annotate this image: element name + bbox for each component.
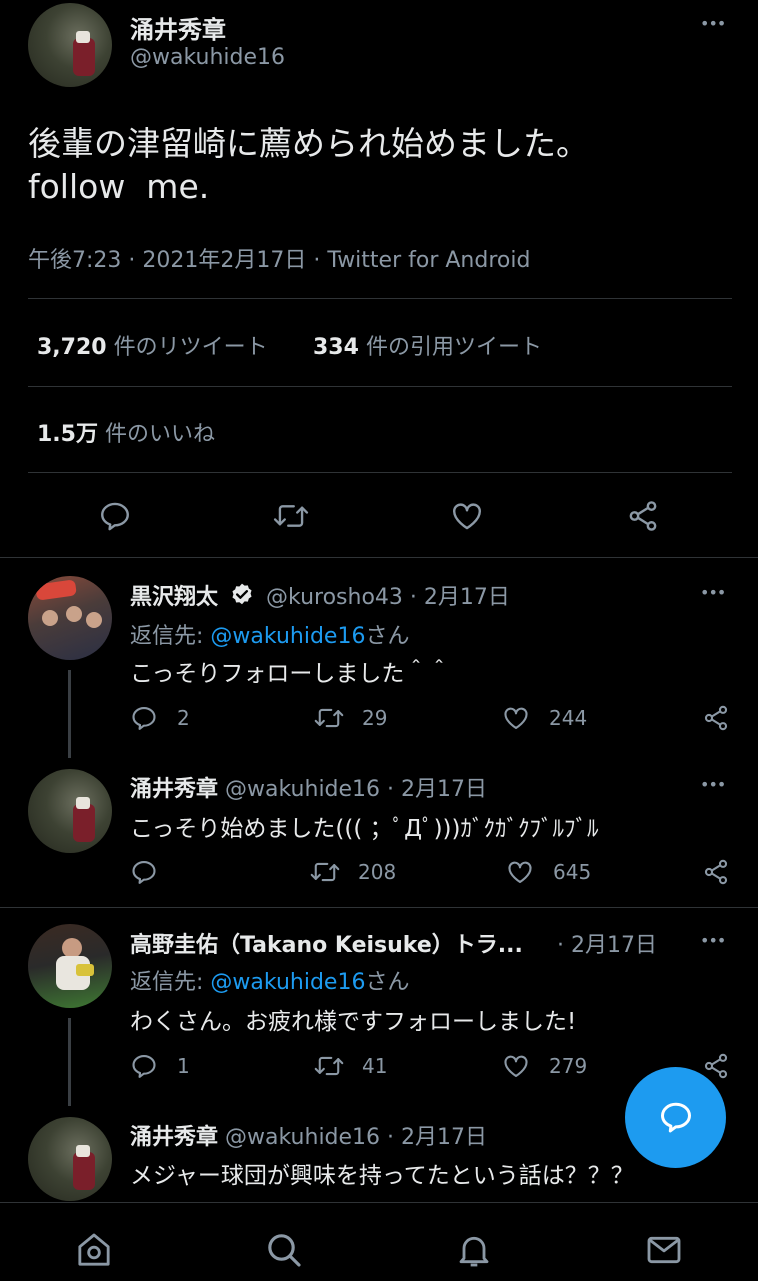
meta-separator: ·: [128, 248, 136, 273]
tweet-time: 午後7:23: [28, 248, 122, 273]
author-handle[interactable]: @kurosho43: [266, 585, 403, 610]
tweet-date[interactable]: · 2月17日: [387, 1125, 487, 1150]
author-handle[interactable]: @wakuhide16: [225, 777, 380, 802]
like-count: 244: [549, 706, 588, 730]
retweet-icon[interactable]: [273, 499, 309, 533]
retweet-count: 208: [358, 860, 397, 884]
reply-text: こっそりフォローしました＾＾: [130, 661, 451, 687]
retweet-icon[interactable]: [314, 704, 344, 732]
reply-text: こっそり始めました((( ；ﾟДﾟ)))ｶﾞｸｶﾞｸﾌﾞﾙﾌﾞﾙ: [130, 816, 599, 842]
replying-to-prefix: 返信先:: [130, 624, 211, 649]
divider: [28, 386, 732, 387]
replying-to-link[interactable]: @wakuhide16: [210, 970, 365, 995]
like-label: 件のいいね: [104, 422, 215, 447]
tweet-date[interactable]: · 2月17日: [410, 585, 510, 610]
meta-separator: ·: [313, 248, 321, 273]
like-count: 1.5万: [37, 422, 98, 447]
reply-count: 1: [177, 1054, 190, 1078]
quote-tweets-stat[interactable]: 334 件の引用ツイート: [313, 329, 542, 361]
author-name[interactable]: 黒沢翔太: [130, 585, 218, 610]
bottom-navigation: [0, 1202, 758, 1281]
quote-label: 件の引用ツイート: [365, 335, 542, 360]
reply-text: わくさん。お疲れ様ですフォローしました!: [130, 1009, 577, 1035]
retweet-icon[interactable]: [310, 858, 340, 886]
author-name[interactable]: 涌井秀章: [130, 1125, 218, 1150]
like-icon[interactable]: [502, 704, 530, 732]
retweet-count: 41: [362, 1054, 388, 1078]
reply-icon[interactable]: [130, 704, 158, 732]
tweet-text-line-1: 後輩の津留崎に薦められ始めました。: [28, 124, 589, 163]
tweet-meta: 午後7:23 · 2021年2月17日 · Twitter for Androi…: [28, 242, 530, 274]
divider: [28, 472, 732, 473]
replying-to-link[interactable]: @wakuhide16: [210, 624, 365, 649]
reply-header: 黒沢翔太 @kurosho43 · 2月17日: [130, 579, 510, 611]
more-options-icon[interactable]: •••: [700, 14, 726, 33]
quote-count: 334: [313, 335, 359, 360]
divider: [0, 907, 758, 908]
replying-to: 返信先: @wakuhide16さん: [130, 618, 409, 650]
tweet-source[interactable]: Twitter for Android: [327, 248, 530, 273]
author-handle[interactable]: @wakuhide16: [225, 1125, 380, 1150]
more-options-icon[interactable]: •••: [700, 583, 726, 602]
more-options-icon[interactable]: •••: [700, 931, 726, 950]
retweets-stat[interactable]: 3,720 件のリツイート: [37, 329, 268, 361]
thread-line: [68, 1018, 71, 1106]
author-name[interactable]: 涌井秀章: [130, 777, 218, 802]
author-name[interactable]: 高野圭佑（Takano Keisuke）トラ...: [130, 933, 523, 958]
reply-header: 涌井秀章 @wakuhide16 · 2月17日: [130, 771, 487, 803]
likes-stat[interactable]: 1.5万 件のいいね: [37, 416, 215, 448]
replying-to-suffix: さん: [365, 970, 410, 995]
tweet-date: 2021年2月17日: [142, 248, 307, 273]
more-options-icon[interactable]: •••: [700, 775, 726, 794]
retweet-label: 件のリツイート: [113, 335, 268, 360]
avatar[interactable]: [28, 3, 112, 87]
share-icon[interactable]: [702, 1052, 730, 1080]
tweet-date[interactable]: · 2月17日: [387, 777, 487, 802]
verified-badge-icon: [229, 582, 255, 608]
messages-icon[interactable]: [644, 1230, 684, 1270]
avatar[interactable]: [28, 769, 112, 853]
replying-to: 返信先: @wakuhide16さん: [130, 964, 409, 996]
retweet-count: 29: [362, 706, 388, 730]
compose-button[interactable]: [625, 1067, 726, 1168]
like-count: 279: [549, 1054, 588, 1078]
reply-header: 涌井秀章 @wakuhide16 · 2月17日: [130, 1119, 487, 1151]
tweet-date[interactable]: · 2月17日: [557, 927, 657, 959]
avatar[interactable]: [28, 576, 112, 660]
replying-to-suffix: さん: [365, 624, 410, 649]
retweet-count: 3,720: [37, 335, 107, 360]
retweet-icon[interactable]: [314, 1052, 344, 1080]
reply-icon[interactable]: [98, 499, 132, 533]
compose-icon: [658, 1099, 694, 1135]
search-icon[interactable]: [264, 1230, 304, 1270]
like-icon[interactable]: [450, 499, 484, 533]
replying-to-prefix: 返信先:: [130, 970, 211, 995]
avatar[interactable]: [28, 924, 112, 1008]
reply-icon[interactable]: [130, 1052, 158, 1080]
thread-line: [68, 670, 71, 758]
notifications-icon[interactable]: [454, 1230, 494, 1270]
share-icon[interactable]: [626, 499, 660, 533]
share-icon[interactable]: [702, 704, 730, 732]
like-icon[interactable]: [502, 1052, 530, 1080]
reply-count: 2: [177, 706, 190, 730]
share-icon[interactable]: [702, 858, 730, 886]
author-handle[interactable]: @wakuhide16: [130, 45, 285, 70]
reply-icon[interactable]: [130, 858, 158, 886]
tweet-text-line-2: follow me.: [28, 167, 210, 206]
avatar[interactable]: [28, 1117, 112, 1201]
like-count: 645: [553, 860, 592, 884]
divider: [0, 557, 758, 558]
like-icon[interactable]: [506, 858, 534, 886]
reply-text: メジャー球団が興味を持ってたという話は？？？: [130, 1163, 634, 1189]
divider: [28, 298, 732, 299]
home-icon[interactable]: [74, 1230, 114, 1270]
reply-header: 高野圭佑（Takano Keisuke）トラ...: [130, 927, 523, 959]
author-name[interactable]: 涌井秀章: [130, 10, 226, 45]
